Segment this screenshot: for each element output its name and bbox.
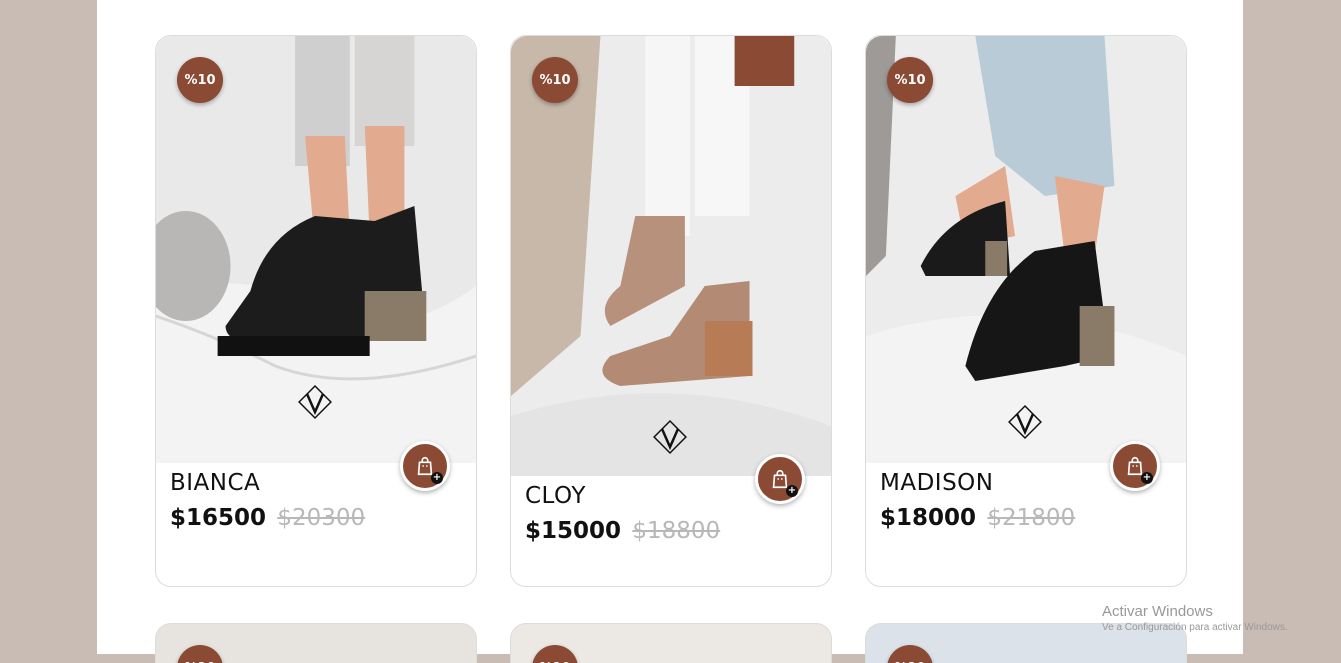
add-to-cart-button-madison[interactable]: +	[1110, 441, 1160, 491]
old-price: $18800	[632, 518, 721, 544]
products-page: %10 + BIANCA $16500 $20300 %10 + CLOY $1…	[97, 0, 1243, 663]
discount-badge: %10	[887, 645, 933, 663]
product-name: CLOY	[525, 483, 586, 509]
product-name: BIANCA	[170, 470, 261, 496]
old-price: $20300	[277, 505, 366, 531]
product-image-madison[interactable]: %10	[866, 36, 1186, 463]
current-price: $15000	[525, 518, 622, 544]
current-price: $16500	[170, 505, 267, 531]
discount-badge: %10	[532, 645, 578, 663]
price-row: $16500 $20300	[170, 505, 365, 531]
plus-icon: +	[1141, 472, 1153, 484]
product-image-bianca[interactable]: %10	[156, 36, 476, 463]
product-card-cloy[interactable]: %10 + CLOY $15000 $18800	[510, 35, 832, 587]
discount-badge: %10	[177, 57, 223, 103]
product-card-next-2[interactable]: %10	[510, 623, 832, 663]
product-name: MADISON	[880, 470, 994, 496]
watermark-subtitle: Ve a Configuración para activar Windows.	[1102, 622, 1288, 633]
product-card-madison[interactable]: %10 + MADISON $18000 $21800	[865, 35, 1187, 587]
old-price: $21800	[987, 505, 1076, 531]
price-row: $18000 $21800	[880, 505, 1075, 531]
price-row: $15000 $18800	[525, 518, 720, 544]
plus-icon: +	[431, 472, 443, 484]
watermark-title: Activar Windows	[1102, 603, 1213, 620]
discount-badge: %10	[532, 57, 578, 103]
discount-badge: %10	[177, 645, 223, 663]
windows-activation-watermark: Activar Windows Ve a Configuración para …	[1102, 603, 1288, 633]
current-price: $18000	[880, 505, 977, 531]
add-to-cart-button-bianca[interactable]: +	[400, 441, 450, 491]
add-to-cart-button-cloy[interactable]: +	[755, 454, 805, 504]
product-card-next-1[interactable]: %10	[155, 623, 477, 663]
product-image-cloy[interactable]: %10	[511, 36, 831, 476]
plus-icon: +	[786, 485, 798, 497]
discount-badge: %10	[887, 57, 933, 103]
product-card-bianca[interactable]: %10 + BIANCA $16500 $20300	[155, 35, 477, 587]
